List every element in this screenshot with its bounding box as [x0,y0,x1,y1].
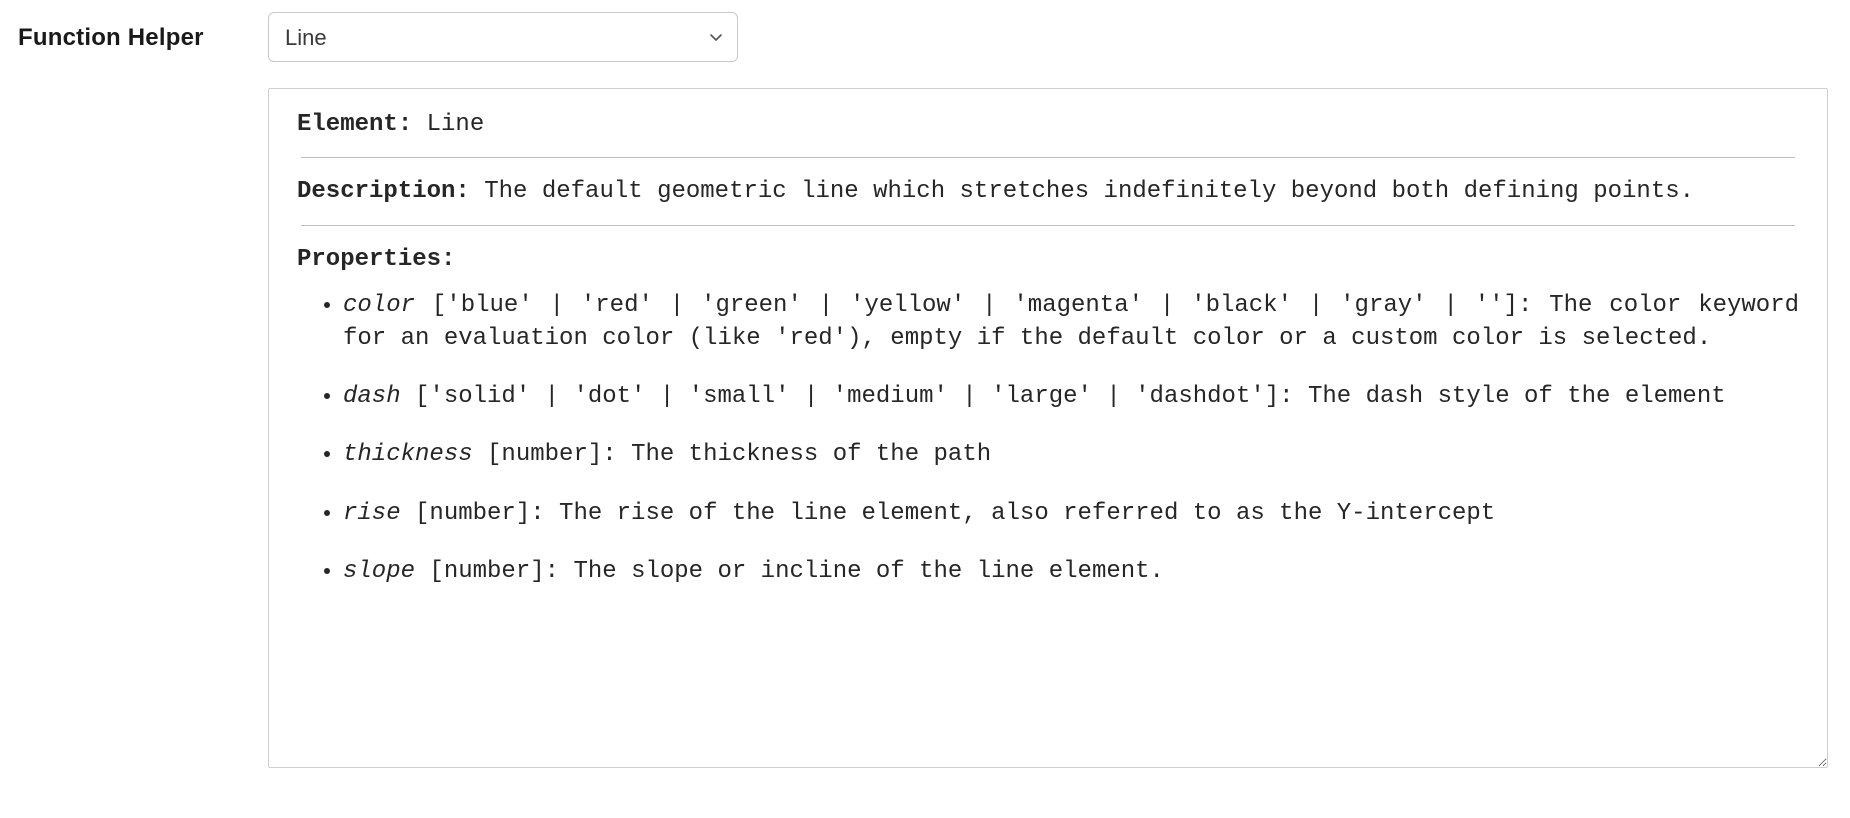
documentation-panel: Element: Line Description: The default g… [268,88,1828,768]
property-item: slope [number]: The slope or incline of … [343,556,1799,588]
property-name: color [343,292,415,319]
properties-list: color ['blue' | 'red' | 'green' | 'yello… [297,290,1799,588]
property-desc: The rise of the line element, also refer… [559,500,1495,527]
description-row: Description: The default geometric line … [297,176,1799,208]
property-type: [number] [487,441,602,468]
properties-label: Properties: [297,244,1799,276]
element-value: Line [427,111,485,138]
divider [301,225,1795,226]
label-column: Function Helper [18,12,268,52]
property-type: [number] [429,558,544,585]
property-name: dash [343,383,401,410]
property-name: slope [343,558,415,585]
property-item: dash ['solid' | 'dot' | 'small' | 'mediu… [343,381,1799,413]
section-heading: Function Helper [18,24,268,52]
function-helper-section: Function Helper Line Element: Line Descr… [0,0,1850,786]
property-name: rise [343,500,401,527]
property-desc: The thickness of the path [631,441,991,468]
property-type: [number] [415,500,530,527]
description-text: The default geometric line which stretch… [484,178,1694,205]
property-type: ['blue' | 'red' | 'green' | 'yellow' | '… [432,292,1518,319]
property-item: color ['blue' | 'red' | 'green' | 'yello… [343,290,1799,355]
property-item: thickness [number]: The thickness of the… [343,439,1799,471]
element-select-wrap: Line [268,12,738,62]
property-item: rise [number]: The rise of the line elem… [343,498,1799,530]
element-row: Element: Line [297,109,1799,141]
property-type: ['solid' | 'dot' | 'small' | 'medium' | … [415,383,1279,410]
element-label: Element: [297,111,412,138]
element-select[interactable]: Line [268,12,738,62]
main-column: Line Element: Line Description: The defa… [268,12,1828,768]
property-name: thickness [343,441,473,468]
divider [301,157,1795,158]
description-label: Description: [297,178,470,205]
property-desc: The slope or incline of the line element… [573,558,1164,585]
property-desc: The dash style of the element [1308,383,1726,410]
